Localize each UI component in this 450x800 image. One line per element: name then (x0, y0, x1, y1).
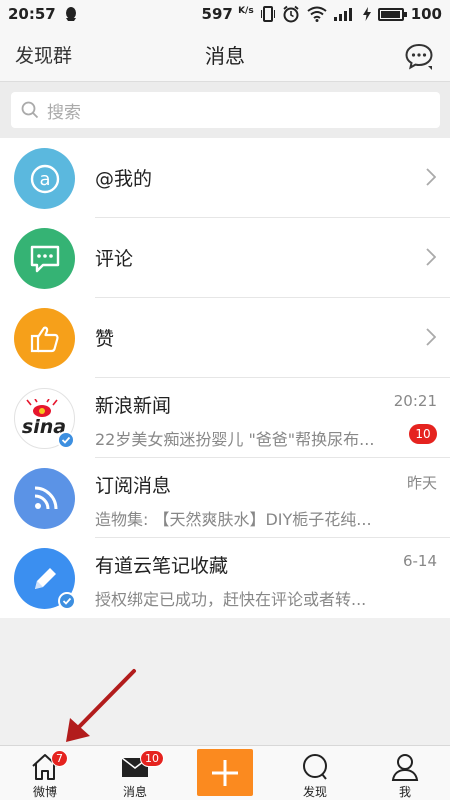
comments-label: 评论 (95, 248, 134, 270)
pen-icon (14, 548, 76, 610)
verified-icon (58, 592, 76, 610)
battery-icon (377, 7, 407, 21)
plus-icon (212, 759, 238, 786)
qq-icon (65, 7, 76, 21)
wifi-icon (307, 6, 327, 22)
search-placeholder: 搜索 (47, 102, 81, 123)
message-list: a @我的 评论 赞 sina 新浪新闻 22岁美女痴迷扮婴儿 "爸爸"帮换尿布… (0, 138, 450, 618)
avatar: sina (14, 388, 75, 449)
signal-icon (333, 8, 352, 21)
thumbs-up-icon (14, 308, 75, 369)
compose-button[interactable] (197, 749, 253, 796)
svg-text:a: a (39, 169, 50, 190)
tab-discover[interactable]: 发现 (280, 746, 350, 800)
bottom-tab-bar: 微博 7 消息 10 发现 我 (0, 745, 450, 800)
search-icon (21, 101, 39, 119)
tab-label: 消息 (122, 785, 147, 799)
network-speed-value: 597 (201, 5, 233, 23)
tab-messages[interactable]: 消息 10 (100, 746, 170, 800)
annotation-arrow-icon (66, 669, 136, 742)
mentions-item[interactable]: a @我的 (0, 138, 450, 218)
header: 发现群 消息 (0, 28, 450, 82)
likes-item[interactable]: 赞 (0, 298, 450, 378)
conversation-name: 新浪新闻 (95, 395, 172, 417)
status-bar: 20:57 597 K/s 100 (0, 0, 450, 28)
alarm-icon (283, 5, 299, 23)
comment-icon (14, 228, 75, 289)
vibrate-icon (260, 6, 275, 22)
verified-icon (57, 431, 75, 449)
conversation-time: 昨天 (406, 474, 437, 492)
likes-label: 赞 (95, 328, 115, 350)
unread-badge: 10 (409, 424, 437, 444)
network-speed: 597 K/s (202, 5, 254, 23)
mentions-label: @我的 (95, 168, 153, 190)
chevron-right-icon (426, 328, 436, 346)
comments-item[interactable]: 评论 (0, 218, 450, 298)
search-input[interactable]: 搜索 (11, 92, 440, 128)
tab-badge: 10 (140, 750, 164, 767)
at-icon: a (14, 148, 75, 209)
tab-badge: 7 (51, 750, 68, 767)
chat-bubble-icon[interactable] (404, 42, 434, 70)
conversation-subscriptions[interactable]: 订阅消息 造物集: 【天然爽肤水】DIY栀子花纯... 昨天 (0, 458, 450, 538)
tab-label: 微博 (32, 785, 57, 799)
tab-weibo[interactable]: 微博 7 (10, 746, 80, 800)
conversation-preview: 造物集: 【天然爽肤水】DIY栀子花纯... (95, 510, 372, 529)
charging-icon (362, 7, 371, 21)
tab-label: 发现 (302, 785, 327, 799)
conversation-name: 订阅消息 (95, 475, 172, 497)
status-time: 20:57 (8, 5, 56, 23)
network-speed-unit: K/s (238, 6, 254, 16)
chevron-right-icon (426, 248, 436, 266)
conversation-preview: 22岁美女痴迷扮婴儿 "爸爸"帮换尿布... (95, 430, 375, 449)
conversation-youdao-note[interactable]: 有道云笔记收藏 授权绑定已成功，赶快在评论或者转... 6-14 (0, 538, 450, 618)
discover-groups-button[interactable]: 发现群 (15, 41, 72, 68)
tab-label: 我 (398, 785, 411, 799)
tab-me[interactable]: 我 (370, 746, 440, 800)
battery-level: 100 (410, 5, 442, 23)
rss-icon (14, 468, 75, 529)
conversation-time: 6-14 (402, 552, 437, 570)
chevron-right-icon (426, 168, 436, 186)
conversation-name: 有道云笔记收藏 (95, 555, 229, 577)
conversation-preview: 授权绑定已成功，赶快在评论或者转... (95, 590, 367, 609)
user-icon (391, 754, 419, 781)
conversation-time: 20:21 (393, 392, 437, 410)
search-icon (303, 754, 327, 780)
search-area: 搜索 (0, 82, 450, 138)
conversation-sina-news[interactable]: sina 新浪新闻 22岁美女痴迷扮婴儿 "爸爸"帮换尿布... 20:21 1… (0, 378, 450, 458)
